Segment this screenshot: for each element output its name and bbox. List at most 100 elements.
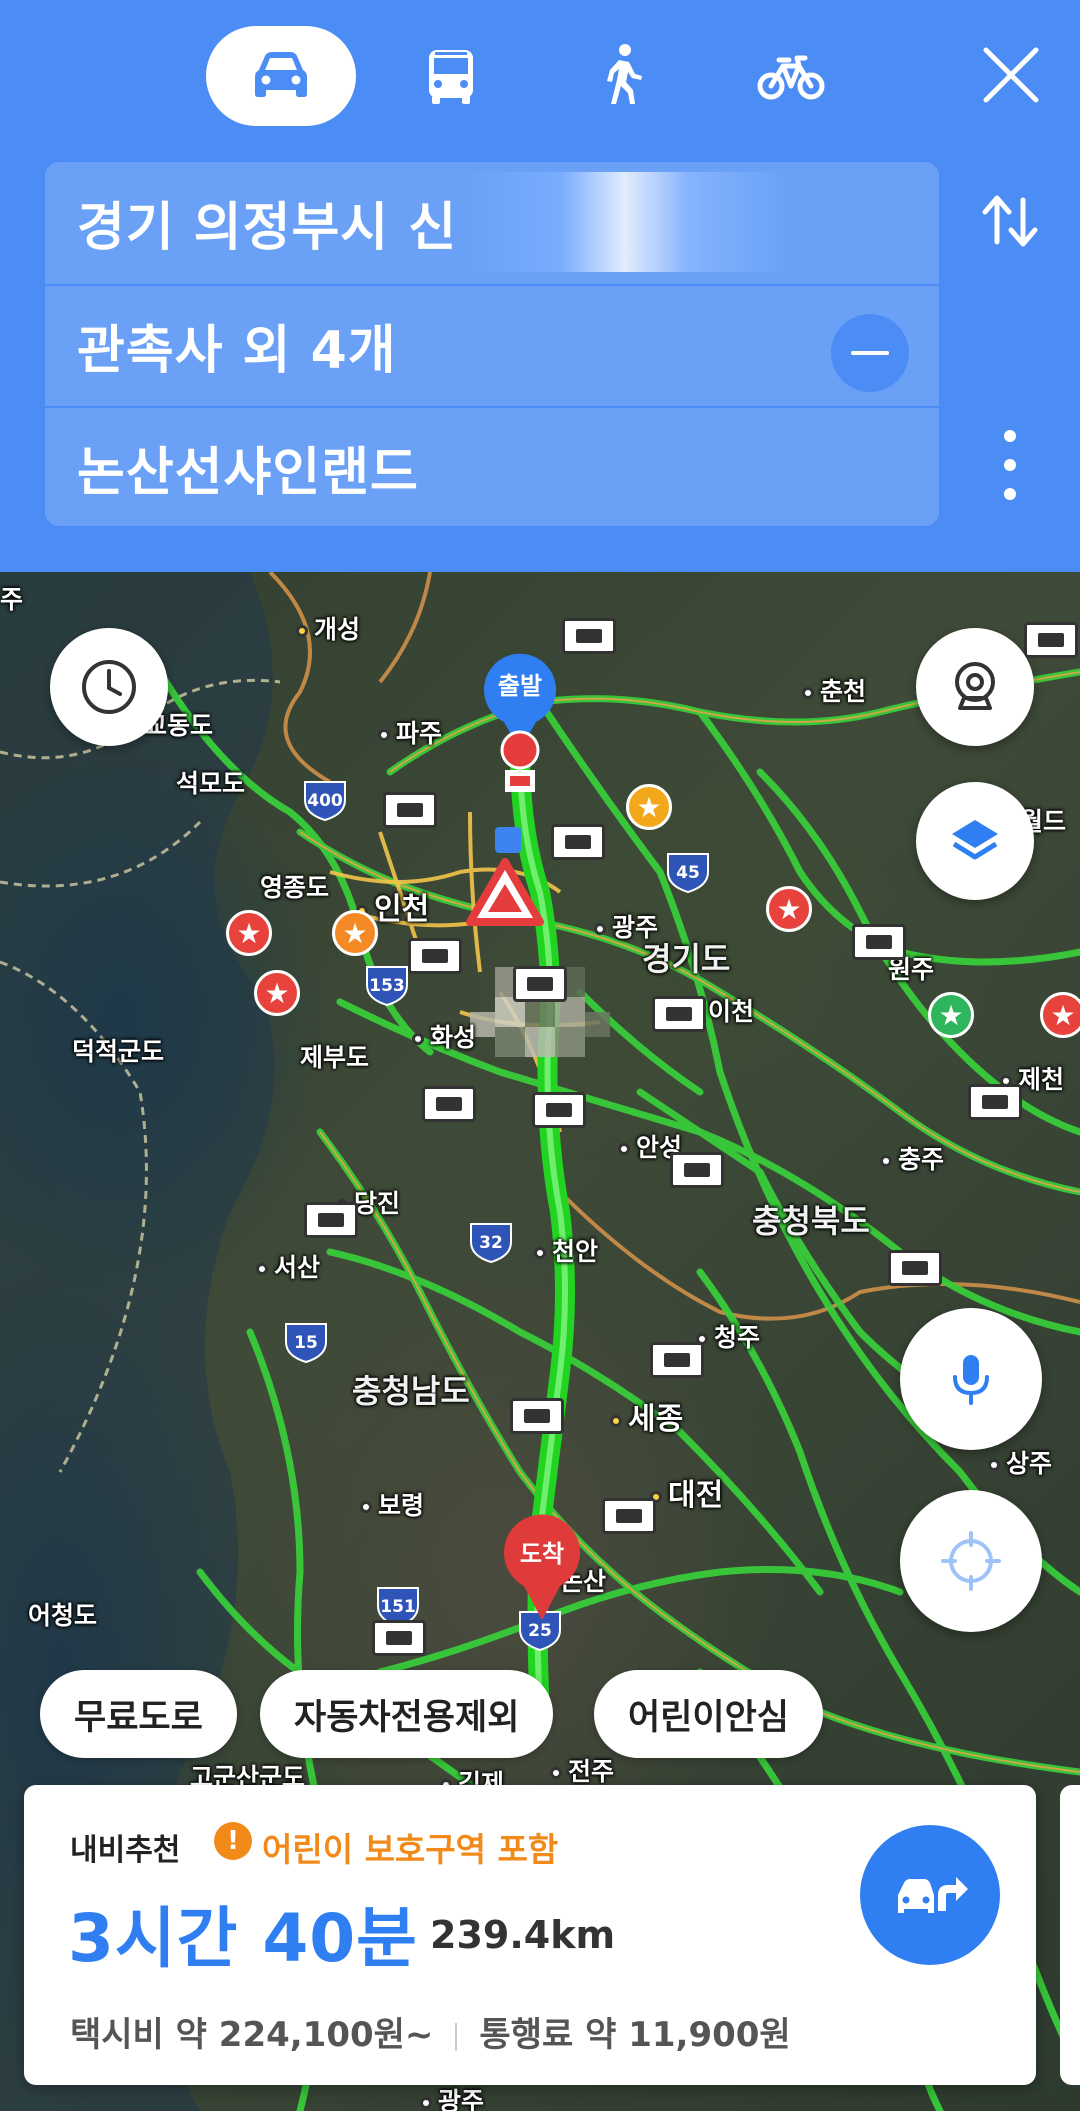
map-label: 충주 [880,1140,944,1176]
waypoint-field[interactable]: 관촉사 외 4개 [45,284,939,405]
more-dot [1004,459,1016,471]
exclude-motorway-filter-chip[interactable]: 자동차전용제외 [260,1670,554,1758]
map-label: 서산 [256,1248,320,1284]
end-pin-label: 도착 [519,1540,565,1568]
next-route-card-peek[interactable] [1060,1785,1080,2085]
start-navigation-button[interactable] [860,1825,1000,1965]
map-label: 보령 [360,1486,424,1522]
cctv-marker[interactable] [532,1092,586,1128]
toll-free-filter-chip[interactable]: 무료도로 [40,1670,237,1758]
map-label: 개성 [296,610,360,646]
favorite-star-icon[interactable]: ★ [626,784,672,830]
cctv-marker[interactable] [422,1086,476,1122]
map-label: 대전 [650,1470,723,1514]
voice-search-button[interactable] [900,1308,1042,1450]
destination-field[interactable]: 논산선샤인랜드 [45,406,939,526]
map-label: 전주 [550,1752,614,1788]
map-label: 충청남도 [352,1372,470,1410]
highway-15-shield: 15 [294,1333,318,1353]
city-dot [988,1459,1000,1471]
cctv-marker[interactable] [1024,622,1078,658]
highway-32-shield: 32 [479,1233,503,1253]
city-dot [594,923,606,935]
cctv-marker[interactable] [968,1084,1022,1120]
map-label: 석모도 [176,769,246,798]
map-label: 파주 [378,714,442,750]
route-duration: 3시간 40분 [68,1900,418,1977]
route-inputs: 경기 의정부시 신 관촉사 외 4개 논산선샤인랜드 [45,162,939,526]
city-dot [256,1263,268,1275]
history-button[interactable] [50,628,168,746]
car-icon [255,52,307,97]
highway-151-shield: 151 [380,1597,416,1617]
my-location-button[interactable] [900,1490,1042,1632]
cctv-marker[interactable] [602,1498,656,1534]
warning-icon: ! [214,1822,252,1860]
toll-fee: 통행료 약 11,900원 [479,2015,791,2055]
cctv-marker[interactable] [551,824,605,860]
map-label: 어청도 [28,1601,98,1630]
cctv-toggle-button[interactable] [916,628,1034,746]
tab-car[interactable] [206,26,356,126]
cctv-marker[interactable] [562,618,616,654]
cctv-marker[interactable] [513,966,567,1002]
cctv-marker[interactable] [652,996,706,1032]
child-safety-filter-chip[interactable]: 어린이안심 [594,1670,824,1758]
city-dot [296,625,308,637]
layers-icon [952,820,998,860]
origin-field[interactable]: 경기 의정부시 신 [45,162,939,283]
bike-icon [757,55,825,100]
map-label: 충청북도 [752,1202,870,1240]
more-options-button[interactable] [990,430,1030,500]
highway-153-shield: 153 [369,976,405,996]
close-icon[interactable] [974,38,1048,112]
redaction-blur [465,172,785,272]
cctv-marker[interactable] [372,1620,426,1656]
cctv-marker[interactable] [650,1342,704,1378]
cctv-marker[interactable] [852,924,906,960]
map-label: 상주 [988,1444,1052,1480]
map-label: 청주 [696,1318,760,1354]
map-label: 영종도 [260,873,330,902]
navigation-car-arrow-icon [898,1877,968,1913]
map-label: 화성 [412,1018,476,1054]
favorite-star-icon[interactable]: ★ [766,886,812,932]
waypoint-text: 관촉사 외 4개 [77,321,397,381]
destination-text: 논산선샤인랜드 [77,443,419,503]
cctv-marker[interactable] [383,792,437,828]
city-dot [880,1155,892,1167]
cctv-marker[interactable] [408,938,462,974]
route-summary-card[interactable]: 내비추천 ! 어린이 보호구역 포함 3시간 40분 239.4km 택시비 약… [24,1785,1036,2085]
city-dot [610,1414,622,1427]
more-dot [1004,488,1016,500]
favorite-star-icon[interactable]: ★ [254,970,300,1016]
favorite-star-icon[interactable]: ★ [928,992,974,1038]
map-label: 춘천 [802,672,866,708]
city-dot [412,1033,424,1045]
highway-400-shield: 400 [307,791,343,811]
cctv-marker[interactable] [510,1398,564,1434]
favorite-star-icon[interactable]: ★ [1040,992,1080,1038]
layers-button[interactable] [916,782,1034,900]
tab-bike[interactable] [716,26,866,126]
highway-45-shield: 45 [676,863,700,883]
start-pin-label: 출발 [497,672,543,700]
tab-bus[interactable] [376,26,526,126]
cctv-marker[interactable] [670,1152,724,1188]
locate-crosshair-icon [941,1531,1001,1591]
favorite-star-icon[interactable]: ★ [332,910,378,956]
more-dot [1004,430,1016,442]
fare-info: 택시비 약 224,100원~ 통행료 약 11,900원 [70,2007,791,2056]
cctv-marker[interactable] [304,1202,358,1238]
city-dot [550,1767,562,1779]
school-zone-warning: 어린이 보호구역 포함 [262,1830,559,1869]
recommendation-label: 내비추천 [70,1833,181,1868]
map-label: 덕적군도 [72,1037,165,1066]
remove-waypoint-button[interactable] [831,314,909,392]
transport-mode-tabs [206,26,886,126]
cctv-marker[interactable] [888,1250,942,1286]
swap-icon[interactable] [975,186,1045,256]
favorite-star-icon[interactable]: ★ [226,910,272,956]
route-distance: 239.4km [430,1913,616,1957]
tab-walk[interactable] [546,26,696,126]
